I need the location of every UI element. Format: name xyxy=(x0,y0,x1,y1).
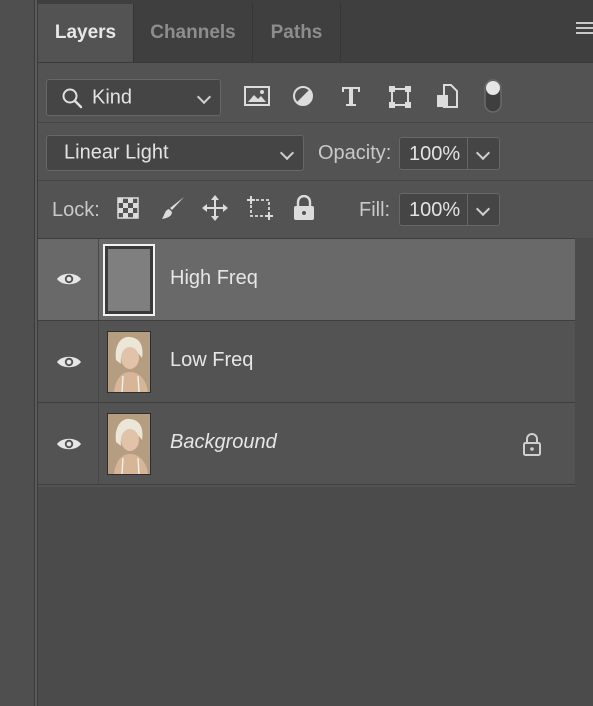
type-filter-icon[interactable] xyxy=(340,85,362,107)
layer-name[interactable]: High Freq xyxy=(170,267,258,290)
layer-name[interactable]: Low Freq xyxy=(170,349,253,372)
layer-name[interactable]: Background xyxy=(170,431,277,454)
opacity-value: 100% xyxy=(409,143,461,165)
lock-all-icon[interactable] xyxy=(293,195,315,221)
lock-position-icon[interactable] xyxy=(202,195,228,221)
fill-value: 100% xyxy=(409,199,461,221)
lock-label: Lock: xyxy=(52,199,100,221)
portrait-photo-icon xyxy=(108,414,150,474)
chevron-down-icon xyxy=(196,89,212,105)
eye-icon xyxy=(56,271,82,287)
layer-thumbnail[interactable] xyxy=(103,244,155,316)
opacity-divider xyxy=(467,138,468,169)
portrait-photo-icon xyxy=(108,332,150,392)
chevron-down-icon xyxy=(279,145,295,161)
lock-image-pixels-icon[interactable] xyxy=(160,195,186,221)
lock-row: Lock: Fill: 100% xyxy=(38,181,593,239)
image-filter-icon[interactable] xyxy=(244,86,270,106)
layer-row-background[interactable]: Background xyxy=(38,403,575,485)
tab-layers[interactable]: Layers xyxy=(38,4,134,62)
filter-toggle-icon[interactable] xyxy=(483,78,503,114)
layer-row-high-freq[interactable]: High Freq xyxy=(38,239,575,321)
panel-tab-bar: Layers Channels Paths xyxy=(38,0,593,63)
layer-thumbnail[interactable] xyxy=(107,331,151,393)
opacity-field[interactable]: 100% xyxy=(399,137,500,170)
fill-field[interactable]: 100% xyxy=(399,193,500,226)
lock-transparent-pixels-icon[interactable] xyxy=(117,197,139,219)
lock-artboard-icon[interactable] xyxy=(246,195,274,221)
filter-kind-label: Kind xyxy=(92,86,133,108)
opacity-label: Opacity: xyxy=(318,142,392,164)
opacity-dropdown-icon[interactable] xyxy=(475,145,491,161)
layers-empty-area xyxy=(38,487,593,706)
layers-panel: Layers Channels Paths Kind Linear Light … xyxy=(37,0,593,706)
filter-kind-select[interactable]: Kind xyxy=(46,79,221,116)
fill-dropdown-icon[interactable] xyxy=(475,201,491,217)
fill-divider xyxy=(467,194,468,225)
tab-paths[interactable]: Paths xyxy=(253,4,341,61)
shape-filter-icon[interactable] xyxy=(388,85,412,109)
visibility-toggle[interactable] xyxy=(38,321,99,402)
tab-channels[interactable]: Channels xyxy=(134,4,253,61)
layer-lock-icon[interactable] xyxy=(522,433,542,457)
visibility-toggle[interactable] xyxy=(38,239,99,320)
smart-object-filter-icon[interactable] xyxy=(436,84,458,108)
fill-label: Fill: xyxy=(359,199,391,221)
scrollbar-track[interactable] xyxy=(575,238,593,487)
layer-row-low-freq[interactable]: Low Freq xyxy=(38,321,575,403)
panel-menu-icon[interactable] xyxy=(576,22,593,38)
eye-icon xyxy=(56,354,82,370)
adjustment-filter-icon[interactable] xyxy=(292,85,314,107)
layer-filter-row: Kind xyxy=(38,62,593,123)
blend-mode-label: Linear Light xyxy=(64,141,169,164)
search-icon xyxy=(61,87,83,109)
layer-thumbnail[interactable] xyxy=(107,413,151,475)
left-panel-edge xyxy=(0,0,37,706)
visibility-toggle[interactable] xyxy=(38,403,99,484)
eye-icon xyxy=(56,436,82,452)
blend-mode-row: Linear Light Opacity: 100% xyxy=(38,123,593,181)
blend-mode-select[interactable]: Linear Light xyxy=(46,135,304,171)
